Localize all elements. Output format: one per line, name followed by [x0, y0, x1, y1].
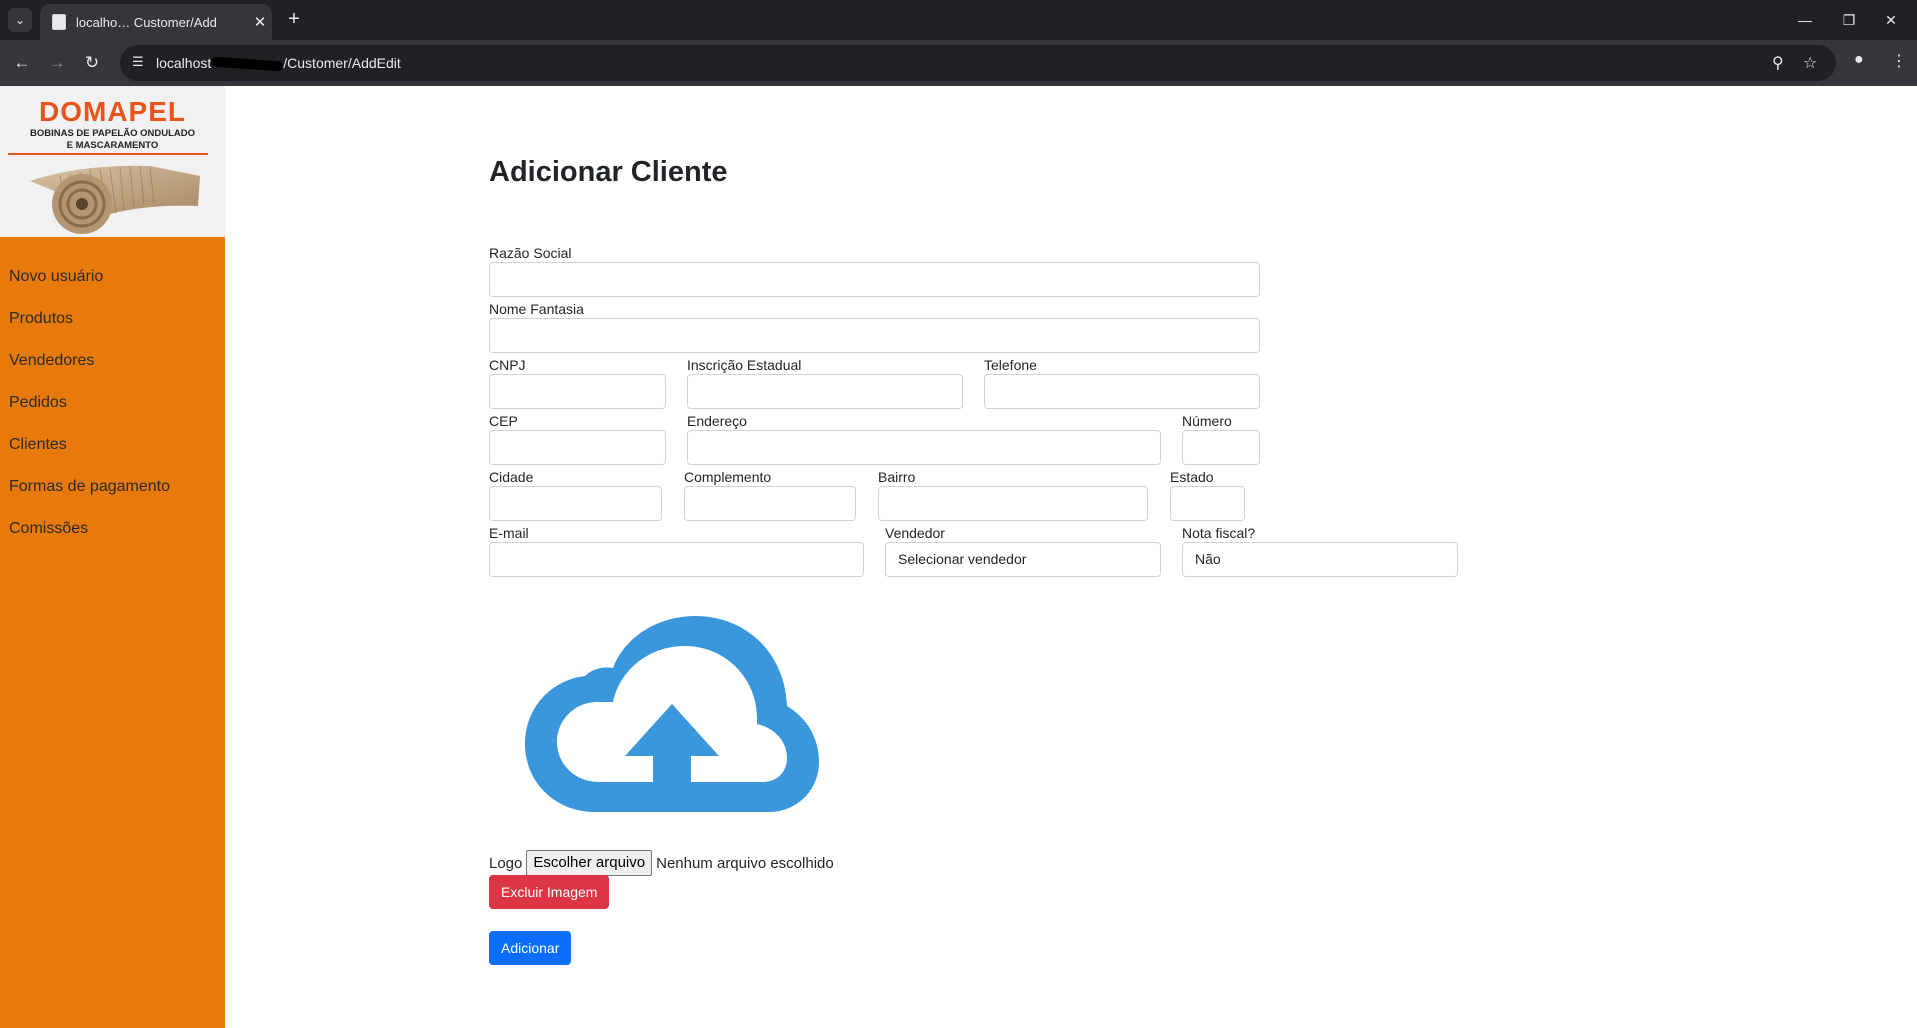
browser-tab-active[interactable]: localho… Customer/Add ✕ [40, 4, 272, 40]
site-settings-icon[interactable]: ☰ [132, 54, 144, 70]
bookmark-star-icon[interactable]: ☆ [1803, 53, 1817, 73]
cep-input[interactable] [489, 430, 666, 465]
back-arrow-icon[interactable]: ← [8, 49, 36, 77]
bairro-input[interactable] [878, 486, 1148, 521]
sidebar-item-pedidos[interactable]: Pedidos [0, 382, 225, 424]
cep-label: CEP [489, 413, 518, 429]
bairro-label: Bairro [878, 469, 916, 485]
numero-group: Número [1182, 412, 1260, 465]
browser-tab-strip: ⌄ localho… Customer/Add ✕ + — ❐ ✕ [0, 0, 1917, 40]
complemento-label: Complemento [684, 469, 772, 485]
minimize-window-icon[interactable]: — [1787, 8, 1823, 32]
telefone-group: Telefone [984, 356, 1260, 409]
sidebar-item-novo-usuario[interactable]: Novo usuário [0, 256, 225, 298]
zoom-icon[interactable]: ⚲ [1772, 53, 1784, 73]
nome-fantasia-label: Nome Fantasia [489, 301, 584, 317]
reload-icon[interactable]: ↻ [78, 49, 106, 77]
vendedor-group: Vendedor Selecionar vendedor [885, 524, 1161, 577]
endereco-input[interactable] [687, 430, 1161, 465]
page-title: Adicionar Cliente [489, 156, 728, 188]
nota-fiscal-group: Nota fiscal? Não [1182, 524, 1458, 577]
inscricao-estadual-label: Inscrição Estadual [687, 357, 802, 373]
sidebar-item-formas-de-pagamento[interactable]: Formas de pagamento [0, 466, 225, 508]
cnpj-group: CNPJ [489, 356, 666, 409]
cardboard-roll-image [30, 165, 200, 234]
estado-group: Estado [1170, 468, 1245, 521]
logo-upload-row: Logo Escolher arquivo Nenhum arquivo esc… [489, 850, 834, 876]
complemento-input[interactable] [684, 486, 856, 521]
email-input[interactable] [489, 542, 864, 577]
sidebar-item-clientes[interactable]: Clientes [0, 424, 225, 466]
bairro-group: Bairro [878, 468, 1148, 521]
company-logo: DOMAPEL BOBINAS DE PAPELÃO ONDULADO E MA… [0, 86, 225, 237]
endereco-group: Endereço [687, 412, 1161, 465]
redacted-port [211, 56, 284, 72]
add-customer-button[interactable]: Adicionar [489, 931, 572, 965]
cnpj-label: CNPJ [489, 357, 526, 373]
address-url: localhost/Customer/AddEdit [156, 55, 401, 72]
tab-title: localho… Customer/Add [76, 14, 217, 30]
sidebar-item-vendedores[interactable]: Vendedores [0, 340, 225, 382]
nota-fiscal-select[interactable]: Não [1182, 542, 1458, 577]
estado-label: Estado [1170, 469, 1214, 485]
browser-menu-icon[interactable]: ⋮ [1891, 51, 1907, 71]
estado-input[interactable] [1170, 486, 1245, 521]
nome-fantasia-input[interactable] [489, 318, 1260, 353]
new-tab-icon[interactable]: + [282, 8, 306, 32]
sidebar-item-comissoes[interactable]: Comissões [0, 508, 225, 550]
profile-avatar-icon[interactable]: ● [1854, 51, 1864, 69]
address-bar[interactable]: ☰ localhost/Customer/AddEdit ⚲ ☆ [120, 45, 1836, 81]
nome-fantasia-group: Nome Fantasia [489, 300, 1260, 353]
cnpj-input[interactable] [489, 374, 666, 409]
sidebar-menu: Novo usuário Produtos Vendedores Pedidos… [0, 256, 225, 550]
cloud-upload-icon [525, 616, 819, 812]
vendedor-select[interactable]: Selecionar vendedor [885, 542, 1161, 577]
logo-upload-label: Logo [489, 854, 523, 872]
tab-search-chevron-icon[interactable]: ⌄ [8, 8, 32, 32]
sidebar-item-produtos[interactable]: Produtos [0, 298, 225, 340]
cidade-label: Cidade [489, 469, 534, 485]
cidade-group: Cidade [489, 468, 662, 521]
numero-label: Número [1182, 413, 1232, 429]
close-window-icon[interactable]: ✕ [1873, 8, 1909, 32]
browser-toolbar: ← → ↻ ☰ localhost/Customer/AddEdit ⚲ ☆ ●… [0, 40, 1917, 86]
inscricao-estadual-group: Inscrição Estadual [687, 356, 963, 409]
razao-social-group: Razão Social [489, 244, 1260, 297]
page-favicon-icon [52, 14, 66, 30]
tab-close-icon[interactable]: ✕ [248, 13, 272, 31]
endereco-label: Endereço [687, 413, 747, 429]
complemento-group: Complemento [684, 468, 856, 521]
file-status-text: Nenhum arquivo escolhido [656, 854, 834, 872]
vendedor-label: Vendedor [885, 525, 945, 541]
email-group: E-mail [489, 524, 864, 577]
email-label: E-mail [489, 525, 529, 541]
inscricao-estadual-input[interactable] [687, 374, 963, 409]
delete-image-button[interactable]: Excluir Imagem [489, 875, 610, 909]
restore-window-icon[interactable]: ❐ [1831, 8, 1867, 32]
choose-file-button[interactable]: Escolher arquivo [526, 850, 653, 876]
telefone-input[interactable] [984, 374, 1260, 409]
logo-rule [8, 153, 208, 155]
sidebar: DOMAPEL BOBINAS DE PAPELÃO ONDULADO E MA… [0, 86, 225, 1028]
numero-input[interactable] [1182, 430, 1260, 465]
forward-arrow-icon[interactable]: → [43, 49, 71, 77]
nota-fiscal-label: Nota fiscal? [1182, 525, 1256, 541]
telefone-label: Telefone [984, 357, 1037, 373]
razao-social-label: Razão Social [489, 245, 572, 261]
cidade-input[interactable] [489, 486, 662, 521]
cep-group: CEP [489, 412, 666, 465]
razao-social-input[interactable] [489, 262, 1260, 297]
